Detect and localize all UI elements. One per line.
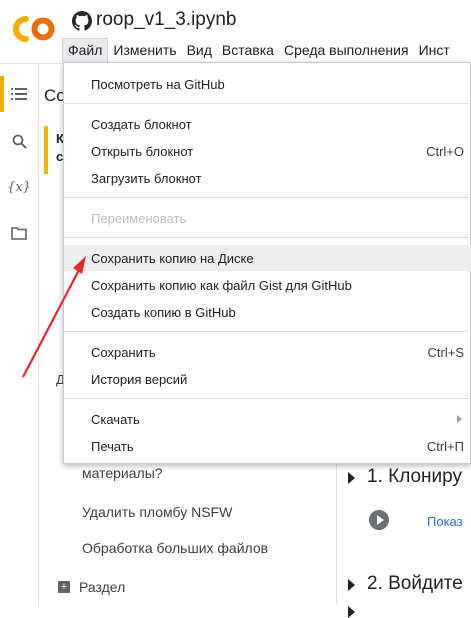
menu-item-save[interactable]: Сохранить Ctrl+S [64,339,471,365]
menu-item-shortcut: Ctrl+S [427,345,464,360]
menu-item-label: Создать блокнот [91,117,192,132]
menu-separator [64,197,471,198]
menu-item-label: История версий [91,372,188,387]
menu-edit[interactable]: Изменить [108,39,181,63]
colab-logo[interactable] [12,14,56,44]
section-collapse-icon-3[interactable] [348,579,355,591]
menu-item-print[interactable]: Печать Ctrl+П [64,433,471,459]
menu-view[interactable]: Вид [182,39,217,63]
menu-item-version-history[interactable]: История версий [64,366,471,392]
menu-insert[interactable]: Вставка [217,39,279,63]
left-rail: {x} [0,64,38,605]
menu-item-label: Создать копию в GitHub [91,305,236,320]
section-heading-1: 1. Клониру [367,466,463,487]
menu-separator [64,237,471,238]
folder-icon[interactable] [6,220,32,246]
menu-item-label: Скачать [91,412,140,427]
menu-tools[interactable]: Инст [414,39,455,63]
menu-separator [64,398,471,399]
github-icon [72,11,92,31]
menu-item-label: Переименовать [91,211,187,226]
add-section-label: Раздел [79,579,126,595]
show-code-link[interactable]: Показ [427,514,463,529]
menu-bar: Файл Изменить Вид Вставка Среда выполнения Ин… [62,38,455,62]
menu-item-label: Загрузить блокнот [91,171,202,186]
menu-item-view-on-github[interactable]: Посмотреть на GitHub [64,71,471,97]
menu-file[interactable]: Файл [62,38,109,62]
menu-item-shortcut: Ctrl+O [426,144,464,159]
menu-item-label: Посмотреть на GitHub [91,77,225,92]
variables-icon[interactable]: {x} [6,174,32,200]
toc-item-remove-nsfw[interactable]: Удалить пломбу NSFW [82,504,232,520]
toc-icon[interactable] [6,81,32,107]
submenu-arrow-icon [457,415,462,423]
menu-item-save-gist[interactable]: Сохранить копию как файл Gist для GitHub [64,272,471,298]
section-collapse-icon-2[interactable] [348,606,355,618]
menu-item-new-notebook[interactable]: Создать блокнот [64,111,471,137]
app-header: roop_v1_3.ipynb Файл Изменить Вид Вставка Ср… [0,0,471,64]
menu-separator [64,103,471,104]
file-menu-dropdown: Посмотреть на GitHub Создать блокнот Отк… [63,62,471,464]
menu-item-label: Сохранить копию на Диске [91,251,254,266]
notebook-title[interactable]: roop_v1_3.ipynb [96,9,237,31]
search-icon[interactable] [6,128,32,154]
menu-runtime[interactable]: Среда выполнения [279,39,414,63]
menu-item-label: Открыть блокнот [91,144,194,159]
toc-item-large-files[interactable]: Обработка больших файлов [82,540,268,556]
menu-item-copy-to-github[interactable]: Создать копию в GitHub [64,299,471,325]
menu-item-label: Печать [91,439,134,454]
menu-separator [64,331,471,332]
menu-item-rename: Переименовать [64,205,471,231]
menu-item-shortcut: Ctrl+П [426,439,464,454]
menu-item-open-notebook[interactable]: Открыть блокнот Ctrl+O [64,138,471,164]
section-collapse-icon[interactable] [348,472,355,484]
plus-icon: + [58,581,70,593]
toc-item-materials[interactable]: материалы? [82,465,163,481]
menu-item-label: Сохранить [91,345,156,360]
menu-item-download[interactable]: Скачать [64,406,471,432]
menu-item-upload-notebook[interactable]: Загрузить блокнот [64,165,471,191]
toc-selected-bar [44,126,48,174]
section-heading-2: 2. Войдите [367,573,463,594]
menu-item-save-copy-drive[interactable]: Сохранить копию на Диске [64,245,471,271]
rail-active-indicator [0,76,4,112]
run-cell-button[interactable] [369,510,389,530]
menu-item-label: Сохранить копию как файл Gist для GitHub [91,278,352,293]
add-section-button[interactable]: + Раздел [58,579,125,595]
rail-divider [38,64,39,605]
